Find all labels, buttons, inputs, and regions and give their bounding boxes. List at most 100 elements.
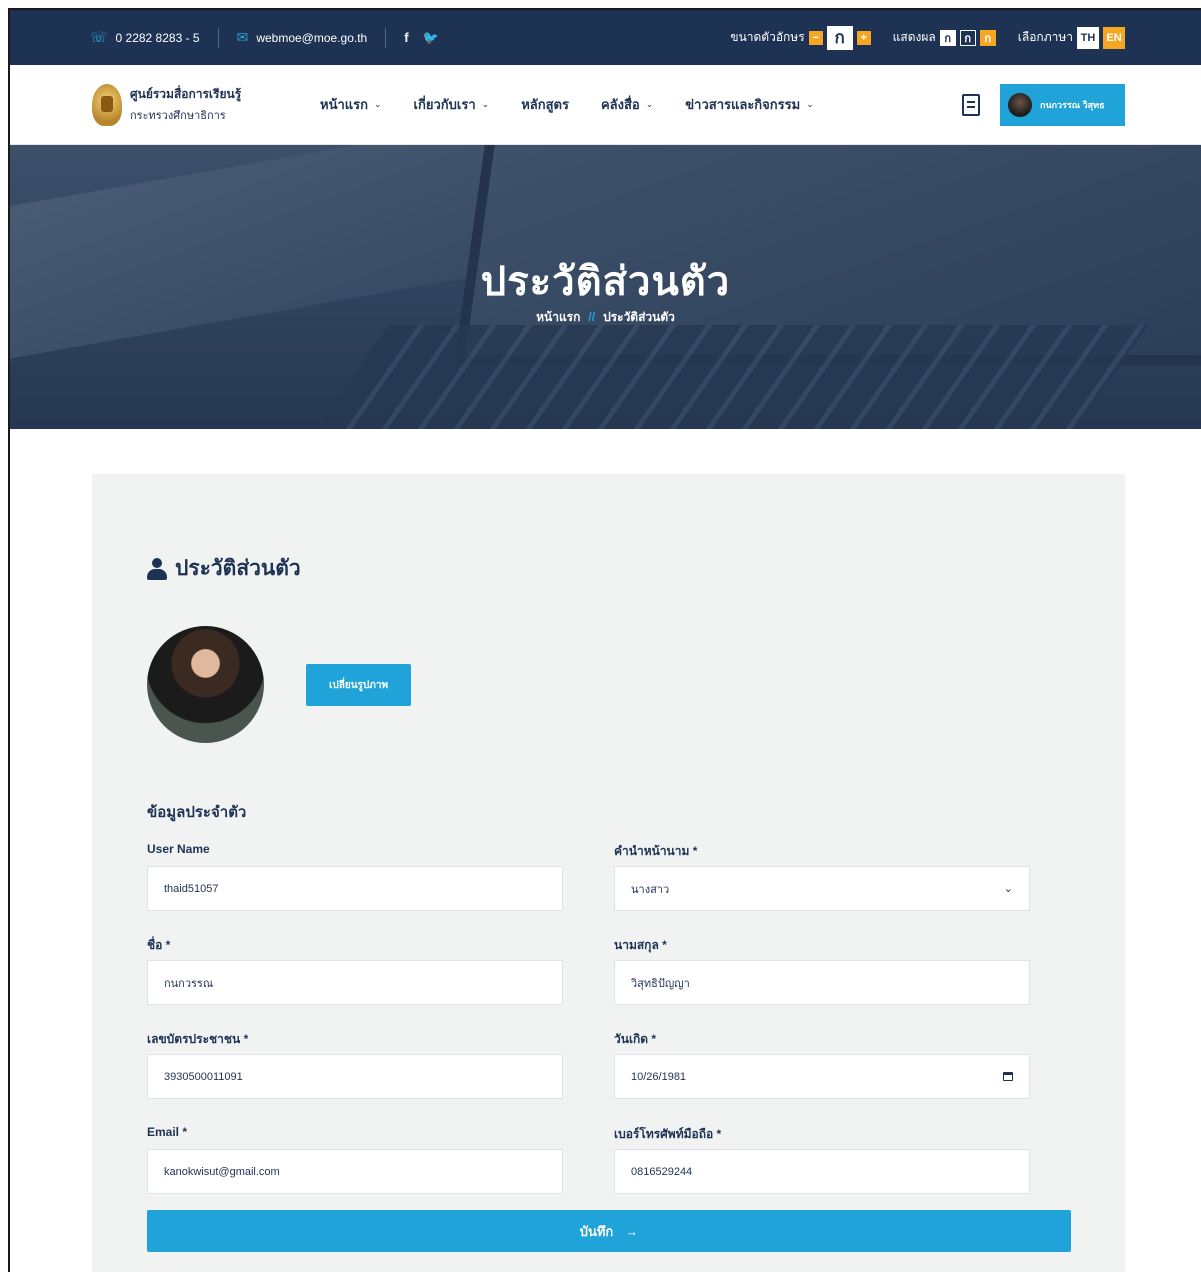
site-logo[interactable]: ศูนย์รวมสื่อการเรียนรู้ กระทรวงศึกษาธิกา… — [92, 83, 320, 126]
font-decrease-button[interactable]: − — [808, 30, 823, 45]
breadcrumb-current: ประวัติส่วนตัว — [603, 310, 675, 324]
display-mode-control: แสดงผล ก ก ก — [893, 28, 996, 47]
nav-item-media[interactable]: คลังสื่อ ⌄ — [601, 94, 653, 115]
breadcrumb-home[interactable]: หน้าแรก — [536, 310, 580, 324]
field-label: เลขบัตรประชาชน * — [147, 1032, 249, 1046]
field-value: 3930500011091 — [164, 1070, 243, 1083]
logo-subtitle: กระทรวงศึกษาธิการ — [130, 110, 226, 122]
idcard-input[interactable]: 3930500011091 — [147, 1054, 563, 1099]
profile-photo — [147, 626, 264, 743]
user-profile-button[interactable]: กนกวรรณ วิสุทธ — [1000, 83, 1125, 126]
mobile-input[interactable]: 0816529244 — [614, 1149, 1030, 1194]
chevron-down-icon: ⌄ — [1003, 883, 1013, 895]
top-bar: ☏ 0 2282 8283 - 5 ✉ webmoe@moe.go.th f 🐦… — [10, 10, 1201, 65]
font-reset-button[interactable]: ก — [826, 25, 853, 50]
avatar — [1008, 92, 1032, 117]
nav-item-label: เกี่ยวกับเรา — [413, 97, 476, 112]
field-label: User Name — [147, 842, 210, 856]
email-address: webmoe@moe.go.th — [256, 30, 368, 45]
arrow-right-icon: → — [625, 1223, 639, 1239]
nav-menu: หน้าแรก ⌄ เกี่ยวกับเรา ⌄ หลักสูตร คลังสื่อ… — [320, 94, 814, 115]
phone-contact[interactable]: ☏ 0 2282 8283 - 5 — [90, 29, 200, 46]
field-value: 10/26/1981 — [631, 1070, 687, 1083]
page-frame: ☏ 0 2282 8283 - 5 ✉ webmoe@moe.go.th f 🐦… — [8, 8, 1201, 1272]
field-value: kanokwisut@gmail.com — [164, 1165, 280, 1178]
chevron-down-icon: ⌄ — [481, 99, 490, 109]
profile-card: ประวัติส่วนตัว เปลี่ยนรูปภาพ ข้อมูลประจำ… — [92, 474, 1125, 1272]
user-icon — [147, 557, 167, 580]
profile-heading: ประวัติส่วนตัว — [147, 552, 301, 585]
font-size-control: ขนาดตัวอักษร − ก + — [730, 25, 871, 50]
change-photo-button[interactable]: เปลี่ยนรูปภาพ — [306, 664, 411, 706]
profile-heading-text: ประวัติส่วนตัว — [175, 557, 301, 580]
page-hero: ประวัติส่วนตัว หน้าแรก // ประวัติส่วนตัว — [10, 145, 1201, 429]
language-control: เลือกภาษา TH EN — [1017, 26, 1125, 49]
field-label: คำนำหน้านาม * — [614, 844, 698, 858]
username-input[interactable]: thaid51057 — [147, 866, 563, 911]
email-contact[interactable]: ✉ webmoe@moe.go.th — [237, 29, 368, 46]
lastname-field: นามสกุล * วิสุทธิปัญญา — [614, 936, 1030, 1005]
calendar-icon[interactable] — [1003, 1072, 1013, 1081]
breadcrumb: หน้าแรก // ประวัติส่วนตัว — [10, 308, 1201, 327]
nav-item-news[interactable]: ข่าวสารและกิจกรรม ⌄ — [685, 94, 813, 115]
logo-title: ศูนย์รวมสื่อการเรียนรู้ — [130, 87, 242, 101]
field-label: Email * — [147, 1125, 188, 1139]
facebook-icon[interactable]: f — [404, 30, 408, 46]
nav-item-label: ข่าวสารและกิจกรรม — [685, 97, 801, 112]
divider — [217, 27, 219, 48]
phone-number: 0 2282 8283 - 5 — [115, 30, 200, 45]
accessibility-controls: ขนาดตัวอักษร − ก + แสดงผล ก ก ก เลือกภาษ… — [716, 25, 1201, 50]
nav-actions: กนกวรรณ วิสุทธ — [962, 83, 1201, 126]
field-value: วิสุทธิปัญญา — [631, 977, 690, 990]
lastname-input[interactable]: วิสุทธิปัญญา — [614, 960, 1030, 1005]
email-field: Email * kanokwisut@gmail.com — [147, 1125, 563, 1194]
lang-en-button[interactable]: EN — [1103, 26, 1125, 49]
display-normal-button[interactable]: ก — [939, 29, 956, 46]
language-label: เลือกภาษา — [1017, 30, 1073, 44]
field-label: เบอร์โทรศัพท์มือถือ * — [614, 1127, 722, 1141]
field-value: 0816529244 — [631, 1165, 693, 1178]
phone-icon: ☏ — [90, 29, 108, 45]
display-contrast-button[interactable]: ก — [979, 29, 996, 46]
chevron-down-icon: ⌄ — [645, 99, 654, 109]
font-increase-button[interactable]: + — [856, 30, 871, 45]
lang-th-button[interactable]: TH — [1077, 26, 1099, 49]
ministry-emblem-icon — [92, 83, 122, 126]
field-label: ชื่อ * — [147, 938, 171, 952]
mail-icon: ✉ — [236, 29, 249, 45]
chevron-down-icon: ⌄ — [374, 99, 382, 109]
save-button[interactable]: บันทึก → — [147, 1210, 1071, 1252]
book-icon[interactable] — [962, 93, 980, 116]
firstname-field: ชื่อ * กนกวรรณ — [147, 936, 563, 1005]
nav-item-about[interactable]: เกี่ยวกับเรา ⌄ — [414, 94, 490, 115]
prefix-field: คำนำหน้านาม * นางสาว ⌄ — [614, 842, 1030, 911]
chevron-down-icon: ⌄ — [806, 99, 814, 109]
idcard-field: เลขบัตรประชาชน * 3930500011091 — [147, 1030, 563, 1099]
field-label: นามสกุล * — [614, 938, 667, 952]
mobile-field: เบอร์โทรศัพท์มือถือ * 0816529244 — [614, 1125, 1030, 1194]
social-links: f 🐦 — [404, 30, 439, 46]
breadcrumb-separator: // — [588, 310, 596, 324]
main-nav: ศูนย์รวมสื่อการเรียนรู้ กระทรวงศึกษาธิกา… — [10, 65, 1201, 145]
nav-item-label: หน้าแรก — [320, 97, 368, 112]
nav-item-courses[interactable]: หลักสูตร — [521, 94, 569, 115]
email-input[interactable]: kanokwisut@gmail.com — [147, 1149, 563, 1194]
field-value: thaid51057 — [164, 882, 219, 895]
field-value: นางสาว — [631, 883, 670, 896]
birthdate-input[interactable]: 10/26/1981 — [614, 1054, 1030, 1099]
field-label: วันเกิด * — [614, 1032, 657, 1046]
save-label: บันทึก — [579, 1223, 614, 1239]
field-value: กนกวรรณ — [164, 977, 214, 990]
section-title: ข้อมูลประจำตัว — [147, 804, 247, 821]
font-size-label: ขนาดตัวอักษร — [730, 30, 805, 44]
nav-item-label: คลังสื่อ — [600, 97, 640, 112]
twitter-icon[interactable]: 🐦 — [423, 30, 439, 46]
logo-text: ศูนย์รวมสื่อการเรียนรู้ กระทรวงศึกษาธิกา… — [130, 85, 241, 124]
display-dark-button[interactable]: ก — [959, 29, 976, 46]
firstname-input[interactable]: กนกวรรณ — [147, 960, 563, 1005]
nav-item-home[interactable]: หน้าแรก ⌄ — [320, 94, 382, 115]
display-label: แสดงผล — [892, 30, 936, 44]
prefix-select[interactable]: นางสาว ⌄ — [614, 866, 1030, 911]
nav-item-label: หลักสูตร — [521, 97, 569, 112]
username-field: User Name thaid51057 — [147, 842, 563, 911]
